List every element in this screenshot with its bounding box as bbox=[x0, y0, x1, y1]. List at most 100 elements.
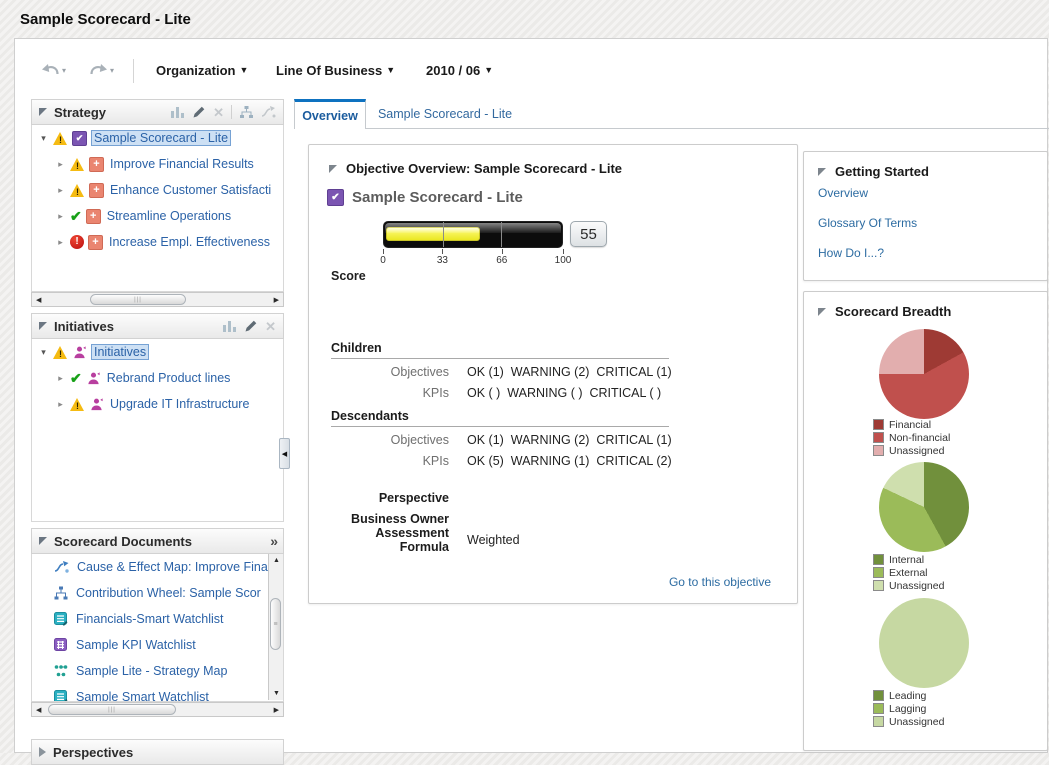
legend-label: Unassigned bbox=[889, 580, 944, 592]
chart-icon[interactable] bbox=[170, 105, 185, 119]
delete-icon[interactable]: ✕ bbox=[265, 320, 276, 333]
document-label[interactable]: Sample Lite - Strategy Map bbox=[76, 664, 227, 678]
document-item[interactable]: Cause & Effect Map: Improve Fina bbox=[32, 554, 269, 580]
collapse-panel-icon[interactable] bbox=[39, 108, 47, 116]
undo-button[interactable]: ▾ bbox=[41, 63, 66, 78]
expand-icon[interactable]: ▸ bbox=[55, 159, 66, 170]
expand-icon[interactable]: ▸ bbox=[55, 237, 66, 248]
tree-item[interactable]: ▸✔Rebrand Product lines bbox=[32, 365, 283, 391]
link-overview[interactable]: Overview bbox=[818, 186, 868, 200]
document-item[interactable]: Sample Smart Watchlist bbox=[32, 684, 269, 702]
document-item[interactable]: Sample Lite - Strategy Map bbox=[32, 658, 269, 684]
collapse-section-icon[interactable] bbox=[818, 308, 826, 316]
cause-effect-icon[interactable] bbox=[261, 105, 276, 119]
initiatives-tree: ▾!Initiatives▸✔Rebrand Product lines▸!Up… bbox=[31, 339, 284, 522]
scorecard-icon: ✔ bbox=[72, 131, 87, 146]
collapse-section-icon[interactable] bbox=[329, 165, 337, 173]
chevron-down-icon: ▼ bbox=[239, 65, 248, 75]
expand-panel-icon[interactable]: » bbox=[270, 533, 276, 549]
documents-horizontal-scrollbar[interactable]: ◀ ▶ ||| bbox=[31, 702, 284, 717]
tree-item[interactable]: ▸!+Improve Financial Results bbox=[32, 151, 283, 177]
tree-item[interactable]: ▸!+Enhance Customer Satisfacti bbox=[32, 177, 283, 203]
chevron-down-icon: ▼ bbox=[386, 65, 395, 75]
documents-list: Cause & Effect Map: Improve Fina Contribu… bbox=[32, 554, 269, 702]
edit-icon[interactable] bbox=[244, 319, 258, 333]
scorecard-icon: ✔ bbox=[327, 189, 344, 206]
panel-splitter-handle[interactable]: ◀ bbox=[279, 438, 290, 469]
strategy-map-icon bbox=[54, 664, 68, 678]
collapse-section-icon[interactable] bbox=[818, 168, 826, 176]
link-glossary-of-terms[interactable]: Glossary Of Terms bbox=[818, 216, 917, 230]
document-item[interactable]: Sample KPI Watchlist bbox=[32, 632, 269, 658]
tab-overview[interactable]: Overview bbox=[294, 99, 366, 129]
undo-menu-caret[interactable]: ▾ bbox=[62, 67, 66, 75]
organization-dropdown[interactable]: Organization▼ bbox=[156, 63, 248, 78]
expand-icon[interactable]: ▸ bbox=[55, 399, 66, 410]
warning-icon: ! bbox=[53, 132, 68, 145]
expand-icon[interactable]: ▸ bbox=[55, 211, 66, 222]
scrollbar-thumb[interactable]: ||| bbox=[90, 294, 186, 305]
document-label[interactable]: Financials-Smart Watchlist bbox=[76, 612, 224, 626]
tree-item[interactable]: ▾!Initiatives bbox=[32, 339, 283, 365]
scrollbar-thumb[interactable]: ≡ bbox=[270, 598, 281, 650]
scroll-left-icon[interactable]: ◀ bbox=[36, 296, 41, 304]
collapse-panel-icon[interactable] bbox=[39, 537, 47, 545]
redo-menu-caret[interactable]: ▾ bbox=[110, 67, 114, 75]
collapse-icon[interactable]: ▾ bbox=[38, 347, 49, 358]
collapse-icon[interactable]: ▾ bbox=[38, 133, 49, 144]
document-item[interactable]: Financials-Smart Watchlist bbox=[32, 606, 269, 632]
legend-swatch bbox=[873, 432, 884, 443]
scroll-right-icon[interactable]: ▶ bbox=[274, 706, 279, 714]
status-sections: Children ObjectivesOK (1) WARNING (2) CR… bbox=[331, 341, 669, 471]
documents-vertical-scrollbar[interactable]: ▲ ▼ ≡ bbox=[268, 554, 283, 700]
tree-item[interactable]: ▾! ✔ Sample Scorecard - Lite bbox=[32, 125, 283, 151]
tree-item-label[interactable]: Streamline Operations bbox=[105, 208, 233, 224]
legend-row: Leading bbox=[873, 689, 944, 702]
period-dropdown[interactable]: 2010 / 06▼ bbox=[426, 63, 493, 78]
tree-item-label[interactable]: Increase Empl. Effectiveness bbox=[107, 234, 272, 250]
document-label[interactable]: Contribution Wheel: Sample Scor bbox=[76, 586, 261, 600]
document-label[interactable]: Sample KPI Watchlist bbox=[76, 638, 196, 652]
legend-label: Unassigned bbox=[889, 716, 944, 728]
document-item[interactable]: Contribution Wheel: Sample Scor bbox=[32, 580, 269, 606]
tree-view-icon[interactable] bbox=[239, 105, 254, 119]
legend-label: Financial bbox=[889, 419, 931, 431]
document-label[interactable]: Sample Smart Watchlist bbox=[76, 690, 209, 702]
cause-effect-map-icon bbox=[54, 560, 69, 574]
go-to-objective-link[interactable]: Go to this objective bbox=[669, 575, 771, 589]
scroll-left-icon[interactable]: ◀ bbox=[36, 706, 41, 714]
tree-item-label[interactable]: Improve Financial Results bbox=[108, 156, 256, 172]
scrollbar-thumb[interactable]: ||| bbox=[48, 704, 176, 715]
meta-label: Business Owner bbox=[331, 512, 449, 526]
tree-item-label[interactable]: Rebrand Product lines bbox=[105, 370, 233, 386]
tree-item[interactable]: ▸!Upgrade IT Infrastructure bbox=[32, 391, 283, 417]
perspectives-panel-header[interactable]: Perspectives bbox=[31, 739, 284, 765]
tree-item-label[interactable]: Initiatives bbox=[91, 344, 149, 360]
strategy-horizontal-scrollbar[interactable]: ◀ ▶ ||| bbox=[31, 292, 284, 307]
tree-item[interactable]: ▸✔+Streamline Operations bbox=[32, 203, 283, 229]
redo-button[interactable]: ▾ bbox=[89, 63, 114, 78]
chart-icon[interactable] bbox=[222, 319, 237, 333]
edit-icon[interactable] bbox=[192, 105, 206, 119]
tree-item-label[interactable]: Sample Scorecard - Lite bbox=[91, 130, 231, 146]
tab-sample-scorecard-lite[interactable]: Sample Scorecard - Lite bbox=[370, 99, 520, 129]
tree-item-label[interactable]: Upgrade IT Infrastructure bbox=[108, 396, 251, 412]
link-how-do-i[interactable]: How Do I...? bbox=[818, 246, 884, 260]
document-label[interactable]: Cause & Effect Map: Improve Fina bbox=[77, 560, 268, 574]
getting-started-title: Getting Started bbox=[835, 164, 929, 179]
expand-icon[interactable]: ▸ bbox=[55, 373, 66, 384]
line-of-business-dropdown[interactable]: Line Of Business▼ bbox=[276, 63, 395, 78]
tree-item-label[interactable]: Enhance Customer Satisfacti bbox=[108, 182, 273, 198]
scroll-right-icon[interactable]: ▶ bbox=[274, 296, 279, 304]
expand-icon[interactable]: ▸ bbox=[55, 185, 66, 196]
delete-icon[interactable]: ✕ bbox=[213, 106, 224, 119]
row-value: OK (1) WARNING (2) CRITICAL (1) bbox=[467, 433, 672, 447]
expand-icon[interactable] bbox=[39, 747, 46, 757]
toolbar-separator bbox=[133, 59, 134, 83]
gauge-gridline bbox=[443, 222, 444, 247]
pie-legend: FinancialNon-financialUnassigned bbox=[873, 418, 950, 457]
collapse-panel-icon[interactable] bbox=[39, 322, 47, 330]
scroll-down-icon[interactable]: ▼ bbox=[273, 690, 280, 697]
tree-item[interactable]: ▸!+Increase Empl. Effectiveness bbox=[32, 229, 283, 255]
scroll-up-icon[interactable]: ▲ bbox=[273, 557, 280, 564]
